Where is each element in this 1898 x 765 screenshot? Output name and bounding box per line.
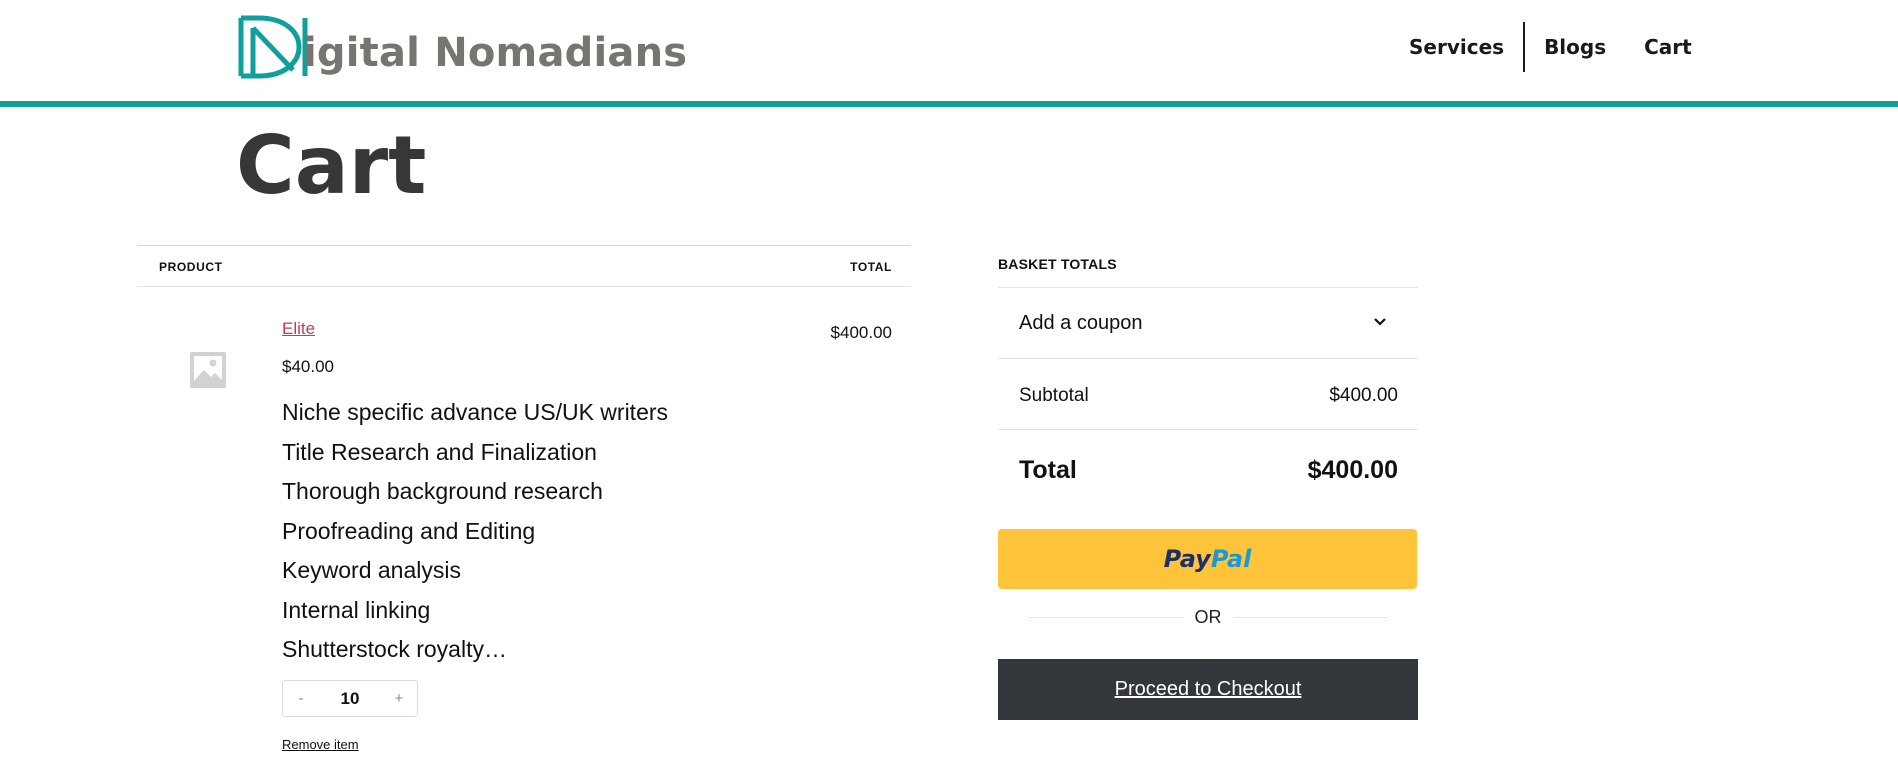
- paypal-logo-pay: Pay: [1163, 545, 1211, 573]
- logo-mark-icon: [238, 15, 308, 79]
- total-row: Total $400.00: [998, 429, 1418, 506]
- header-accent-bar: [0, 101, 1898, 107]
- total-value: $400.00: [1307, 456, 1398, 484]
- proceed-to-checkout-button[interactable]: Proceed to Checkout: [998, 659, 1418, 720]
- coupon-label: Add a coupon: [1019, 312, 1143, 334]
- subtotal-label: Subtotal: [1019, 385, 1089, 406]
- quantity-increase-button[interactable]: +: [381, 690, 417, 707]
- site-header: igital Nomadians Services Blogs Cart: [0, 0, 1898, 101]
- or-divider: OR: [1028, 604, 1388, 630]
- add-coupon-toggle[interactable]: Add a coupon: [998, 287, 1418, 358]
- cart-items-table: PRODUCT TOTAL Elite $40.00 $400.00 Niche…: [137, 245, 911, 752]
- site-logo[interactable]: igital Nomadians: [237, 14, 687, 80]
- quantity-input[interactable]: 10: [319, 689, 381, 709]
- product-placeholder-image-icon: [190, 352, 226, 388]
- page-title: Cart: [236, 119, 427, 212]
- checkout-label: Proceed to Checkout: [1114, 678, 1302, 700]
- column-header-total: TOTAL: [850, 260, 892, 274]
- feature-item: Thorough background research: [282, 478, 603, 504]
- feature-item: Internal linking: [282, 596, 431, 623]
- paypal-button[interactable]: Pay Pal: [998, 529, 1417, 589]
- quantity-stepper: - 10 +: [282, 680, 418, 717]
- main-nav: Services Blogs Cart: [1390, 22, 1711, 72]
- subtotal-value: $400.00: [1329, 385, 1398, 406]
- feature-item: Proofreading and Editing: [282, 517, 536, 544]
- product-features-list: Niche specific advance US/UK writers Tit…: [282, 393, 668, 670]
- remove-item-link[interactable]: Remove item: [282, 737, 359, 752]
- basket-totals-heading: BASKET TOTALS: [998, 256, 1117, 272]
- feature-item: Shutterstock royalty…: [282, 636, 507, 662]
- or-label: OR: [1194, 606, 1222, 627]
- chevron-down-icon: [1374, 318, 1386, 326]
- column-header-product: PRODUCT: [159, 260, 223, 274]
- feature-item: Title Research and Finalization: [282, 438, 597, 465]
- quantity-decrease-button[interactable]: -: [283, 690, 319, 707]
- paypal-logo-pal: Pal: [1210, 545, 1252, 573]
- subtotal-row: Subtotal $400.00: [998, 358, 1418, 429]
- nav-cart[interactable]: Cart: [1625, 35, 1711, 59]
- logo-text: igital Nomadians: [303, 30, 688, 76]
- feature-item: Keyword analysis: [282, 557, 461, 583]
- product-name-link[interactable]: Elite: [282, 319, 315, 339]
- basket-totals: BASKET TOTALS Add a coupon Subtotal $400…: [998, 256, 1418, 720]
- divider-line: [1028, 616, 1183, 618]
- product-line-total: $400.00: [830, 323, 892, 342]
- nav-blogs[interactable]: Blogs: [1525, 35, 1625, 59]
- product-unit-price: $40.00: [282, 357, 334, 376]
- table-header: PRODUCT TOTAL: [137, 245, 911, 287]
- divider-line: [1233, 616, 1388, 618]
- nav-services[interactable]: Services: [1390, 35, 1523, 59]
- feature-item: Niche specific advance US/UK writers: [282, 399, 669, 425]
- total-label: Total: [1019, 456, 1077, 484]
